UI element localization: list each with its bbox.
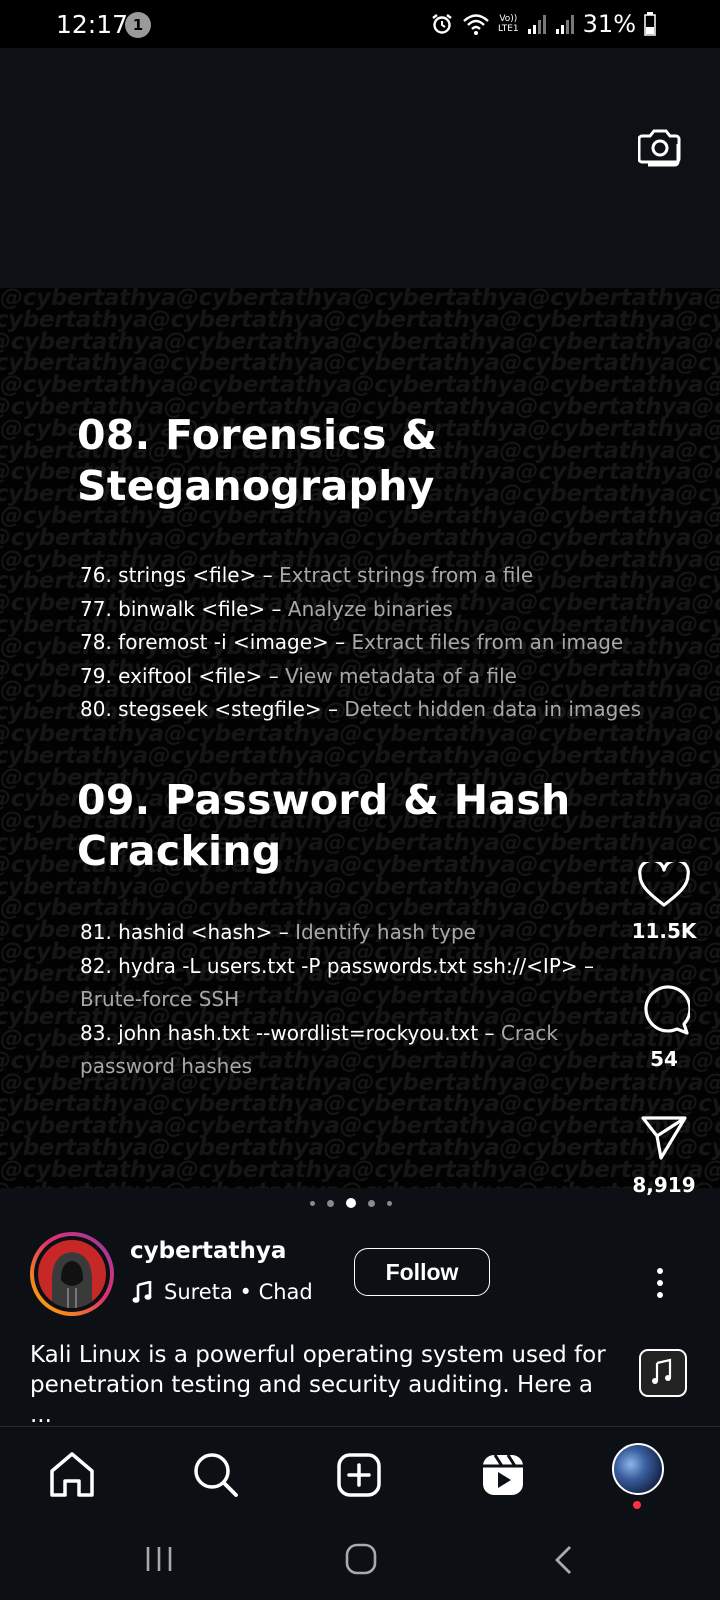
comment-count: 54 <box>650 1047 678 1071</box>
add-post-icon <box>337 1453 381 1497</box>
system-navigation-bar <box>0 1520 720 1600</box>
section-title-forensics: 08. Forensics & Steganography <box>77 411 438 510</box>
share-button[interactable]: 8,919 <box>624 1112 704 1197</box>
audio-track-link[interactable]: Sureta • Chad <box>132 1280 313 1304</box>
nav-home[interactable] <box>44 1447 100 1503</box>
list-item: 78. foremost -i <image> – Extract files … <box>80 630 624 654</box>
battery-percent: 31% <box>582 10 636 38</box>
audio-thumbnail-button[interactable] <box>639 1349 687 1397</box>
recent-apps-button[interactable] <box>144 1544 174 1574</box>
status-time: 12:17 <box>56 10 129 39</box>
carousel-dot <box>327 1199 334 1207</box>
heart-icon <box>638 858 690 907</box>
carousel-dot <box>387 1200 392 1206</box>
post-carousel-image[interactable]: @cybertathya@cybertathya@cybertathya@cyb… <box>0 288 720 1188</box>
list-item: 80. stegseek <stegfile> – Detect hidden … <box>80 697 642 721</box>
nav-search[interactable] <box>188 1447 244 1503</box>
wifi-icon <box>463 14 489 35</box>
hooded-figure-icon <box>52 1252 92 1308</box>
bottom-navigation <box>0 1426 720 1520</box>
password-command-list: 81. hashid <hash> – Identify hash type 8… <box>80 916 594 1084</box>
watermark-line: @cybertathya@cybertathya@cybertathya@cyb… <box>0 1180 720 1188</box>
home-icon <box>50 1452 94 1497</box>
carousel-dot-active <box>346 1198 356 1208</box>
list-item: 81. hashid <hash> – Identify hash type <box>80 920 476 944</box>
back-button[interactable] <box>552 1544 576 1576</box>
comment-button[interactable]: 54 <box>624 984 704 1071</box>
share-count: 8,919 <box>632 1173 696 1197</box>
music-note-icon <box>652 1358 672 1384</box>
audio-track-label: Sureta • Chad <box>164 1280 313 1304</box>
music-note-icon <box>132 1281 152 1303</box>
list-item: 83. john hash.txt --wordlist=rockyou.txt… <box>80 1020 558 1079</box>
avatar <box>38 1240 106 1308</box>
signal-icon-1 <box>527 15 546 34</box>
section-title-password-cracking: 09. Password & Hash Cracking <box>77 776 571 875</box>
nav-create[interactable] <box>331 1447 387 1503</box>
author-avatar[interactable] <box>30 1232 114 1316</box>
search-icon <box>194 1453 238 1497</box>
battery-icon <box>644 12 656 36</box>
nav-profile[interactable] <box>612 1443 664 1509</box>
carousel-indicator <box>310 1198 392 1208</box>
status-icons: Vo)) LTE1 31% <box>430 8 656 40</box>
alarm-icon <box>432 14 452 34</box>
camera-icon <box>637 129 681 167</box>
profile-avatar <box>612 1443 664 1495</box>
like-button[interactable]: 11.5K <box>624 858 704 943</box>
reels-header-area <box>0 48 720 288</box>
nav-reels[interactable] <box>475 1447 531 1503</box>
author-username[interactable]: cybertathya <box>130 1238 286 1264</box>
signal-icon-2 <box>555 15 574 34</box>
follow-button[interactable]: Follow <box>354 1248 490 1296</box>
carousel-dot <box>310 1200 315 1206</box>
more-options-button[interactable] <box>655 1268 665 1304</box>
lte-indicator: Vo)) LTE1 <box>497 14 519 34</box>
list-item: 77. binwalk <file> – Analyze binaries <box>80 596 453 621</box>
comment-icon <box>644 985 692 1035</box>
list-item: 79. exiftool <file> – View metadata of a… <box>80 663 517 688</box>
post-caption[interactable]: Kali Linux is a powerful operating syste… <box>30 1340 620 1430</box>
send-icon <box>641 1116 687 1160</box>
list-item: 82. hydra -L users.txt -P passwords.txt … <box>80 953 595 1012</box>
home-button[interactable] <box>344 1542 378 1576</box>
reels-icon <box>483 1454 523 1495</box>
forensics-command-list: 76. strings <file> – Extract strings fro… <box>80 559 641 727</box>
notification-count-badge: 1 <box>125 12 151 38</box>
like-count: 11.5K <box>631 919 697 943</box>
carousel-dot <box>368 1199 375 1207</box>
status-bar: 12:17 1 Vo)) LTE1 31% <box>0 0 720 48</box>
camera-button[interactable] <box>637 128 682 172</box>
notification-dot <box>633 1501 641 1509</box>
list-item: 76. strings <file> – Extract strings fro… <box>80 563 534 587</box>
